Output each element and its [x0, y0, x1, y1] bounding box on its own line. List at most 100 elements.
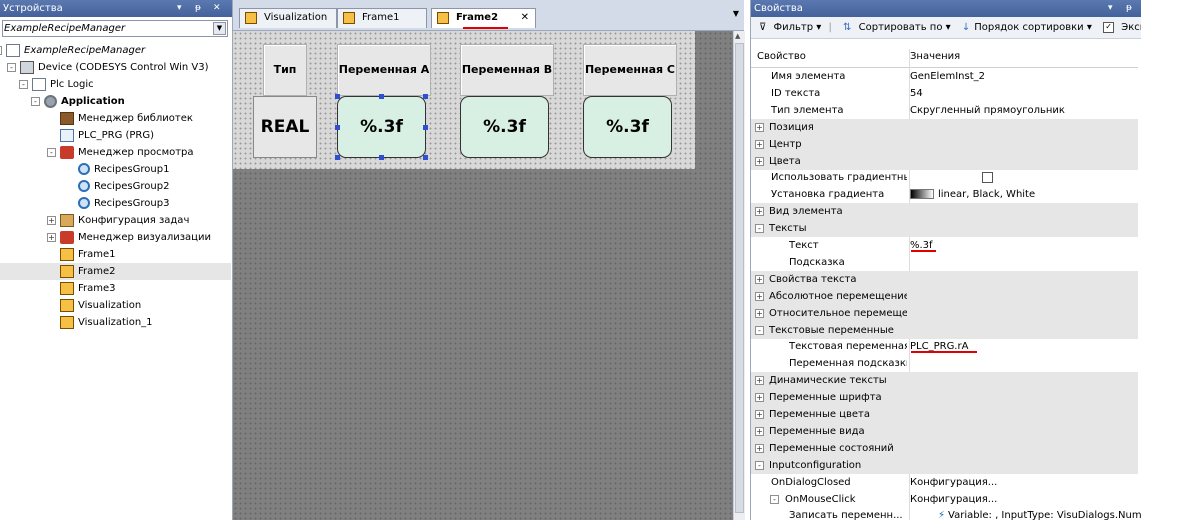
expand-icon[interactable]: + — [755, 443, 764, 453]
tree-item[interactable]: - Менеджер просмотра — [0, 144, 231, 161]
property-row[interactable]: Установка градиента linear, Black, White — [751, 186, 1138, 203]
collapse-icon[interactable]: - — [0, 46, 2, 55]
tree-item[interactable]: - ExampleRecipeManager — [0, 42, 231, 59]
property-category[interactable]: - Тексты — [751, 220, 1138, 238]
visualization-editor[interactable]: Тип Переменная A Переменная B Переменная… — [233, 31, 733, 520]
tab-frame1[interactable]: Frame1 — [337, 8, 427, 28]
property-category[interactable]: + Переменные вида — [751, 422, 1138, 440]
expand-icon[interactable]: + — [47, 216, 56, 225]
filter-button[interactable]: ⊽ Фильтр ▾ — [755, 22, 821, 33]
collapse-icon[interactable]: - — [770, 494, 779, 504]
header-var-a[interactable]: Переменная A — [337, 44, 431, 96]
tree-item[interactable]: PLC_PRG (PRG) — [0, 127, 231, 144]
expand-icon[interactable]: + — [755, 274, 764, 284]
tree-item[interactable]: Visualization — [0, 297, 231, 314]
property-value-cell[interactable]: Конфигурация... — [910, 474, 997, 491]
value-var-c[interactable]: %.3f — [583, 96, 672, 158]
property-value-cell[interactable]: linear, Black, White — [910, 186, 1035, 203]
header-type[interactable]: Тип — [263, 44, 307, 96]
tree-item[interactable]: + Конфигурация задач — [0, 212, 231, 229]
property-category[interactable]: + Динамические тексты — [751, 372, 1138, 390]
expert-checkbox[interactable]: ✓ — [1103, 21, 1115, 33]
visualization-canvas[interactable]: Тип Переменная A Переменная B Переменная… — [233, 31, 695, 169]
pin-icon[interactable]: ᵽ — [195, 0, 201, 17]
header-var-c[interactable]: Переменная C — [583, 44, 677, 96]
tree-item[interactable]: RecipesGroup2 — [0, 178, 231, 195]
property-category[interactable]: + Цвета — [751, 152, 1138, 170]
sort-order-button[interactable]: ↓ Порядок сортировки ▾ — [958, 22, 1092, 33]
tab-visualization[interactable]: Visualization — [239, 8, 337, 28]
expand-icon[interactable]: + — [755, 291, 764, 301]
tree-item[interactable]: Менеджер библиотек — [0, 110, 231, 127]
property-value-cell[interactable]: Скругленный прямоугольник — [910, 102, 1065, 119]
tree-item[interactable]: RecipesGroup3 — [0, 195, 231, 212]
tree-item[interactable]: + Менеджер визуализации — [0, 229, 231, 246]
collapse-icon[interactable]: - — [7, 63, 16, 72]
property-category[interactable]: + Абсолютное перемещение — [751, 287, 1138, 305]
collapse-icon[interactable]: - — [31, 97, 40, 106]
property-value-cell[interactable]: ⚡ Variable: , InputType: VisuDialogs.Nump… — [910, 507, 1157, 524]
project-combo[interactable]: ExampleRecipeManager ▼ — [2, 20, 228, 37]
resize-handle[interactable] — [335, 94, 340, 99]
expand-icon[interactable]: + — [755, 207, 764, 217]
sort-by-button[interactable]: ⇅ Сортировать по ▾ — [839, 22, 951, 33]
editor-scrollbar[interactable]: ▲ — [733, 31, 745, 520]
property-value-cell[interactable]: 54 — [910, 85, 923, 102]
tree-item[interactable]: - Plc Logic — [0, 76, 231, 93]
property-row[interactable]: Подсказка — [751, 254, 1138, 271]
scrollbar-thumb[interactable] — [735, 43, 744, 513]
collapse-icon[interactable]: - — [755, 325, 764, 335]
property-row[interactable]: Записать переменн... ⚡ Variable: , InputTy… — [751, 507, 1157, 524]
chevron-down-icon[interactable]: ▼ — [213, 22, 226, 35]
scroll-up-icon[interactable]: ▲ — [735, 32, 740, 40]
property-value-cell[interactable]: GenElemInst_2 — [910, 68, 985, 85]
property-row[interactable]: Текст %.3f — [751, 237, 1138, 254]
tree-item[interactable]: Frame2 — [0, 263, 231, 280]
property-row[interactable]: ID текста 54 — [751, 85, 1138, 102]
property-value-cell[interactable] — [910, 169, 993, 186]
property-category[interactable]: + Свойства текста — [751, 270, 1138, 288]
collapse-icon[interactable]: - — [755, 224, 764, 234]
property-category[interactable]: + Переменные цвета — [751, 406, 1138, 423]
tree-item[interactable]: Frame3 — [0, 280, 231, 297]
property-row[interactable]: Имя элемента GenElemInst_2 — [751, 68, 1138, 85]
pin-icon[interactable]: ᵽ — [1126, 0, 1132, 17]
pane-menu-icon[interactable]: ▾ — [177, 0, 182, 17]
value-var-b[interactable]: %.3f — [460, 96, 549, 158]
property-category[interactable]: + Вид элемента — [751, 203, 1138, 221]
value-type-real[interactable]: REAL — [253, 96, 317, 158]
property-category[interactable]: + Позиция — [751, 118, 1138, 136]
resize-handle[interactable] — [335, 155, 340, 160]
expand-icon[interactable]: + — [755, 139, 764, 149]
pane-menu-icon[interactable]: ▾ — [1108, 0, 1113, 17]
resize-handle[interactable] — [379, 155, 384, 160]
tree-item[interactable]: - Device (CODESYS Control Win V3) — [0, 59, 231, 76]
tree-item[interactable]: Visualization_1 — [0, 314, 231, 331]
value-var-a[interactable]: %.3f — [337, 96, 426, 158]
collapse-icon[interactable]: - — [19, 80, 28, 89]
collapse-icon[interactable]: - — [755, 460, 764, 470]
expand-icon[interactable]: + — [755, 410, 764, 419]
property-category[interactable]: + Центр — [751, 135, 1138, 153]
expand-icon[interactable]: + — [47, 233, 56, 242]
tree-item[interactable]: Frame1 — [0, 246, 231, 263]
expand-icon[interactable]: + — [755, 426, 764, 436]
tab-list-icon[interactable]: ▼ — [733, 9, 739, 18]
resize-handle[interactable] — [423, 94, 428, 99]
tab-frame2[interactable]: Frame2 ✕ — [431, 8, 536, 28]
property-row[interactable]: Использовать градиентный... — [751, 169, 1138, 186]
expand-icon[interactable]: + — [755, 156, 764, 166]
close-tab-icon[interactable]: ✕ — [521, 9, 529, 27]
expand-icon[interactable]: + — [755, 122, 764, 132]
expand-icon[interactable]: + — [755, 393, 764, 403]
property-category[interactable]: - Inputconfiguration — [751, 456, 1138, 474]
property-category[interactable]: - Текстовые переменные — [751, 321, 1138, 339]
property-row[interactable]: - OnMouseClick Конфигурация... — [751, 491, 1138, 508]
property-category[interactable]: + Относительное перемещение — [751, 304, 1138, 322]
resize-handle[interactable] — [379, 94, 384, 99]
header-var-b[interactable]: Переменная B — [460, 44, 554, 96]
gradient-checkbox[interactable] — [982, 171, 993, 183]
resize-handle[interactable] — [335, 125, 340, 130]
tree-item[interactable]: RecipesGroup1 — [0, 161, 231, 178]
resize-handle[interactable] — [423, 125, 428, 130]
